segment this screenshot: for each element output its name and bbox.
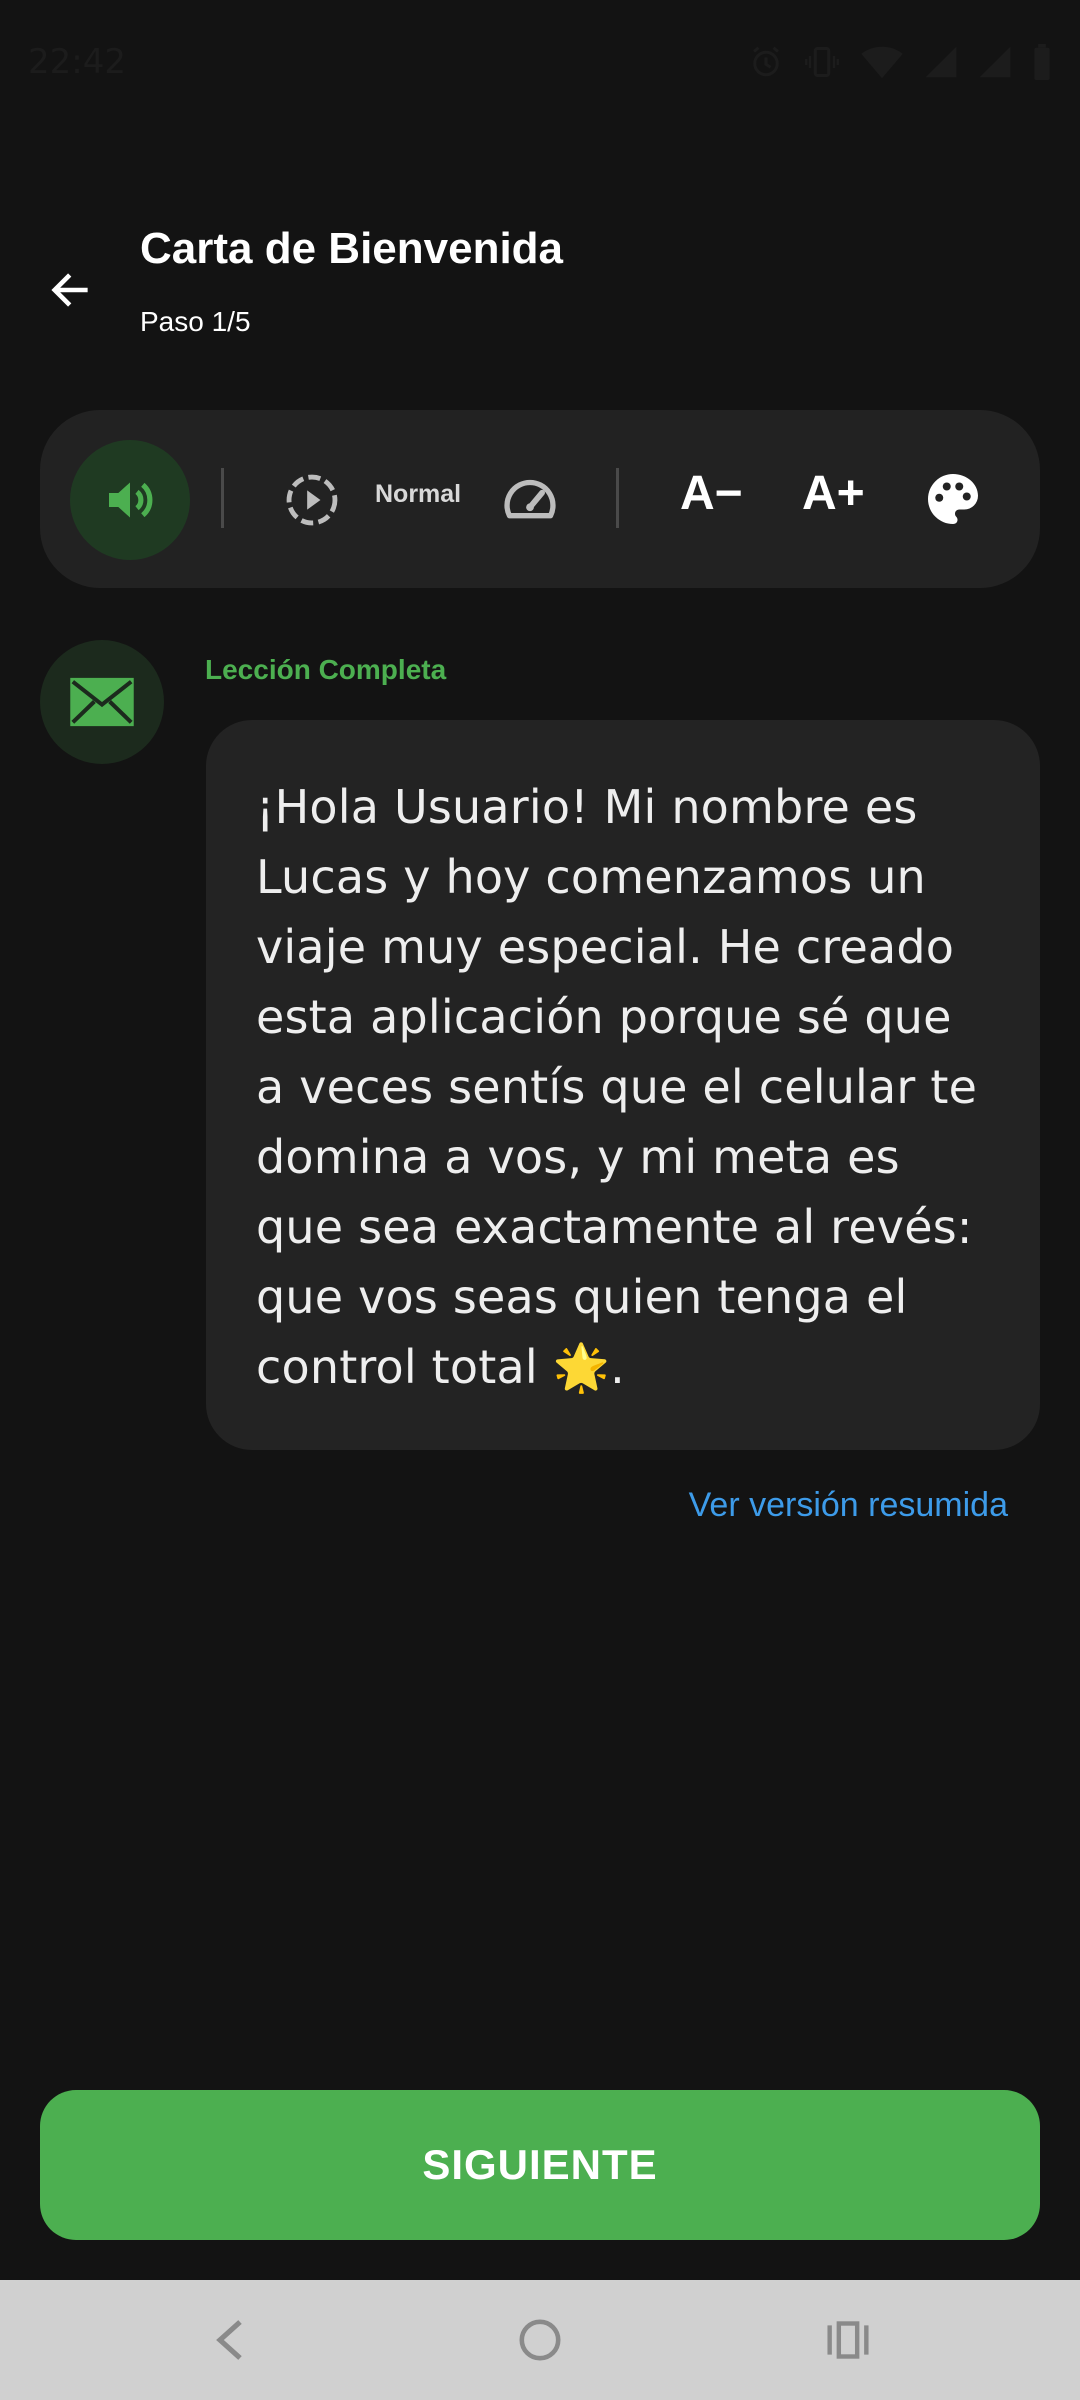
next-button[interactable]: SIGUIENTE <box>40 2090 1040 2240</box>
vibrate-icon <box>805 47 839 77</box>
nav-recents-icon <box>827 2321 869 2359</box>
nav-back-button[interactable] <box>190 2300 270 2380</box>
wifi-icon <box>861 46 903 79</box>
lesson-avatar <box>40 640 164 764</box>
back-button[interactable] <box>30 250 110 330</box>
step-indicator: Paso 1/5 <box>140 306 251 337</box>
nav-recents-button[interactable] <box>808 2300 888 2380</box>
audio-toggle-button[interactable] <box>70 440 190 560</box>
lesson-status: Lección Completa <box>205 654 447 685</box>
font-increase-button[interactable]: A+ <box>802 466 865 521</box>
speed-label[interactable]: Normal <box>375 480 461 509</box>
nav-back-icon <box>216 2320 242 2360</box>
status-time: 22:42 <box>28 42 126 82</box>
replay-button[interactable] <box>280 468 344 532</box>
page-title: Carta de Bienvenida <box>140 224 564 273</box>
header: Carta de Bienvenida Paso 1/5 <box>0 200 1080 380</box>
reader-toolbar: Normal A− A+ <box>40 410 1040 588</box>
envelope-icon <box>70 677 134 727</box>
message-text: ¡Hola Usuario! Mi nombre es Lucas y hoy … <box>256 780 978 1394</box>
palette-icon <box>928 474 978 524</box>
signal-icon <box>979 46 1011 78</box>
alarm-icon <box>753 46 779 77</box>
status-icons <box>748 43 1052 81</box>
arrow-left-icon <box>51 273 88 307</box>
font-decrease-button[interactable]: A− <box>680 466 743 521</box>
toolbar-divider <box>221 468 224 528</box>
system-nav-bar <box>0 2280 1080 2400</box>
message-card: ¡Hola Usuario! Mi nombre es Lucas y hoy … <box>206 720 1040 1450</box>
battery-icon <box>1034 43 1050 81</box>
nav-home-icon <box>519 2319 561 2361</box>
speed-button[interactable] <box>498 468 562 532</box>
toolbar-divider <box>616 468 619 528</box>
speaker-icon <box>109 482 153 518</box>
replay-dashed-icon <box>286 474 338 526</box>
summary-link[interactable]: Ver versión resumida <box>689 1486 1008 1525</box>
signal-icon <box>925 46 957 78</box>
theme-button[interactable] <box>920 466 986 532</box>
nav-home-button[interactable] <box>500 2300 580 2380</box>
speedometer-icon <box>504 479 556 519</box>
status-bar: 22:42 <box>0 0 1080 124</box>
